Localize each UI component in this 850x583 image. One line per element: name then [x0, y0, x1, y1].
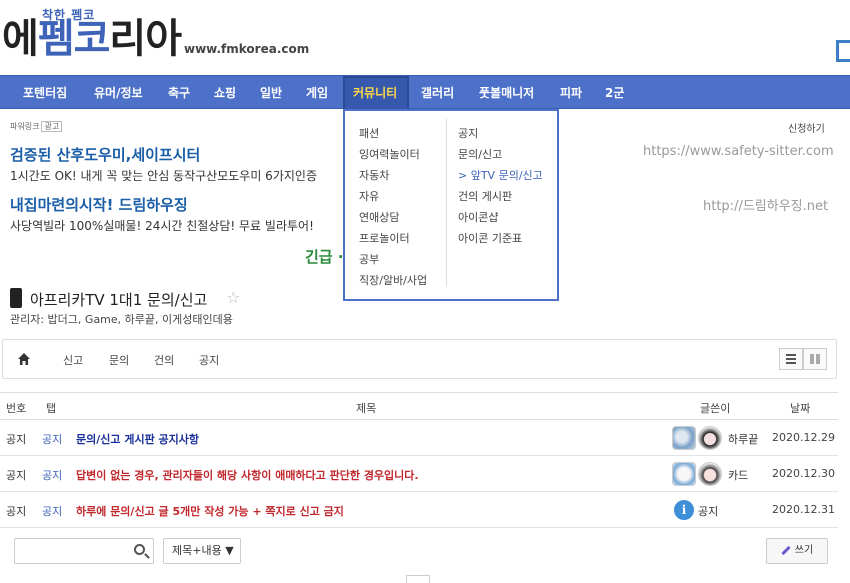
row-no: 공지 [6, 505, 27, 518]
row-subject[interactable]: 하루에 문의/신고 글 5개만 작성 가능 + 쪽지로 신고 금지 [76, 503, 344, 519]
logo-text-1: 에 [2, 16, 39, 62]
dropdown-item-notice[interactable]: 공지 [458, 125, 478, 141]
site-header: 착한 펨코 에펨코리아 www.fmkorea.com [0, 0, 850, 75]
header-author: 글쓴이 [700, 402, 731, 415]
nav-item-general[interactable]: 일반 [260, 76, 282, 110]
row-subject[interactable]: 답변이 없는 경우, 관리자들이 해당 사항이 애매하다고 판단한 경우입니다. [76, 467, 419, 483]
dropdown-item-love[interactable]: 연애상담 [359, 209, 399, 225]
dropdown-item-icon-standard[interactable]: 아이콘 기준표 [458, 230, 522, 246]
logo-url: www.fmkorea.com [184, 42, 310, 56]
tab-notice[interactable]: 공지 [199, 352, 219, 368]
nav-item-2gun[interactable]: 2군 [605, 76, 624, 110]
list-view-icon [786, 354, 796, 364]
urgent-notice[interactable]: 긴급 · [305, 246, 344, 267]
phone-icon [10, 288, 22, 308]
header-side-widget[interactable] [836, 40, 850, 62]
write-button[interactable]: 쓰기 [766, 538, 828, 564]
row-tag[interactable]: 공지 [42, 467, 62, 483]
category-tabs: 신고 문의 건의 공지 [2, 339, 837, 379]
header-tag: 탭 [46, 402, 57, 415]
row-date: 2020.12.29 [772, 431, 835, 444]
row-author[interactable]: 하루끝 [728, 431, 758, 447]
ad-desc-1: 1시간도 OK! 내게 꼭 맞는 안심 동작구산모도우미 6가지인증 [10, 169, 317, 183]
logo-text-3: 리아 [109, 16, 182, 62]
logo-text-2: 펨코 [37, 16, 111, 62]
ad-apply-link[interactable]: 신청하기 [788, 120, 825, 135]
row-author[interactable]: 카드 [728, 467, 748, 483]
dropdown-item-car[interactable]: 자동차 [359, 167, 389, 183]
webzine-view-button[interactable] [803, 348, 827, 370]
nav-item-poten[interactable]: 포텐터짐 [23, 76, 67, 110]
ad-desc-2: 사당역빌라 100%실매물! 24시간 친절상담! 무료 빌라투어! [10, 219, 314, 233]
ad-title-2[interactable]: 내집마련의시작! 드림하우징 [10, 194, 188, 215]
nav-item-game[interactable]: 게임 [306, 76, 328, 110]
ad-title-1[interactable]: 검증된 산후도우미,세이프시터 [10, 144, 200, 165]
site-logo[interactable]: 에펨코리아 [2, 16, 182, 62]
row-author[interactable]: 공지 [698, 503, 718, 519]
ad-url-2[interactable]: http://드림하우징.net [703, 195, 828, 214]
dropdown-item-afreeca-report[interactable]: > 앞TV 문의/신고 [458, 167, 543, 183]
dropdown-divider [446, 119, 447, 287]
ad-url-1[interactable]: https://www.safety-sitter.com [643, 144, 834, 159]
nav-item-gallery[interactable]: 갤러리 [421, 76, 454, 110]
dropdown-item-job[interactable]: 직장/알바/사업 [359, 272, 427, 288]
nav-item-fifa[interactable]: 피파 [560, 76, 582, 110]
search-target-select[interactable]: 제목+내용 ▼ [163, 538, 241, 564]
community-dropdown: 패션 잉여력놀이터 자동차 자유 연애상담 프로놀이터 공부 직장/알바/사업 … [343, 109, 559, 301]
row-date: 2020.12.30 [772, 467, 835, 480]
dropdown-item-surplus[interactable]: 잉여력놀이터 [359, 146, 420, 162]
board-title[interactable]: 아프리카TV 1대1 문의/신고 [30, 289, 207, 310]
info-icon: i [674, 500, 694, 520]
user-icon-avatar [672, 426, 696, 450]
user-avatar [698, 426, 722, 450]
pagination-current[interactable] [406, 575, 430, 583]
nav-item-football-manager[interactable]: 풋볼매니저 [479, 76, 534, 110]
webzine-view-icon [810, 354, 820, 364]
tab-inquiry[interactable]: 문의 [109, 352, 129, 368]
ad-tag: 광고 [41, 121, 63, 132]
row-tag[interactable]: 공지 [42, 431, 62, 447]
star-icon[interactable]: ☆ [226, 288, 240, 307]
user-icon-avatar [672, 462, 696, 486]
header-date: 날짜 [790, 402, 811, 415]
write-button-label: 쓰기 [794, 545, 814, 556]
row-subject[interactable]: 문의/신고 게시판 공지사항 [76, 431, 199, 447]
nav-item-humor[interactable]: 유머/정보 [94, 76, 143, 110]
dropdown-item-free[interactable]: 자유 [359, 188, 379, 204]
tab-report[interactable]: 신고 [63, 352, 83, 368]
dropdown-item-pro[interactable]: 프로놀이터 [359, 230, 410, 246]
row-no: 공지 [6, 469, 27, 482]
pencil-icon [781, 545, 791, 555]
main-nav: 포텐터짐 유머/정보 축구 쇼핑 일반 게임 커뮤니티 갤러리 풋볼매니저 피파… [0, 75, 850, 111]
user-avatar [698, 462, 722, 486]
table-header: 번호 탭 제목 글쓴이 날짜 [0, 392, 838, 420]
row-no: 공지 [6, 433, 27, 446]
row-date: 2020.12.31 [772, 503, 835, 516]
search-input[interactable] [14, 538, 154, 564]
dropdown-item-suggest[interactable]: 건의 게시판 [458, 188, 512, 204]
dropdown-item-study[interactable]: 공부 [359, 251, 379, 267]
dropdown-item-report[interactable]: 문의/신고 [458, 146, 502, 162]
nav-item-community[interactable]: 커뮤니티 [343, 76, 409, 111]
list-view-button[interactable] [779, 348, 803, 370]
dropdown-item-fashion[interactable]: 패션 [359, 125, 379, 141]
tab-suggest[interactable]: 건의 [154, 352, 174, 368]
table-row[interactable]: 공지 공지 하루에 문의/신고 글 5개만 작성 가능 + 쪽지로 신고 금지 … [0, 492, 838, 528]
search-icon[interactable] [134, 544, 145, 555]
table-row[interactable]: 공지 공지 답변이 없는 경우, 관리자들이 해당 사항이 애매하다고 판단한 … [0, 456, 838, 492]
ad-label-text: 파워링크 [10, 122, 40, 131]
ad-label: 파워링크 광고 [10, 121, 63, 132]
home-icon[interactable] [17, 352, 31, 366]
row-tag[interactable]: 공지 [42, 503, 62, 519]
table-row[interactable]: 공지 공지 문의/신고 게시판 공지사항 하루끝 2020.12.29 [0, 420, 838, 456]
nav-item-shopping[interactable]: 쇼핑 [214, 76, 236, 110]
nav-item-soccer[interactable]: 축구 [168, 76, 190, 110]
header-subject: 제목 [356, 402, 377, 415]
board-managers: 관리자: 밥더그, Game, 하루끝, 이게성태인데용 [10, 313, 233, 326]
dropdown-item-iconshop[interactable]: 아이콘샵 [458, 209, 498, 225]
header-no: 번호 [6, 402, 27, 415]
